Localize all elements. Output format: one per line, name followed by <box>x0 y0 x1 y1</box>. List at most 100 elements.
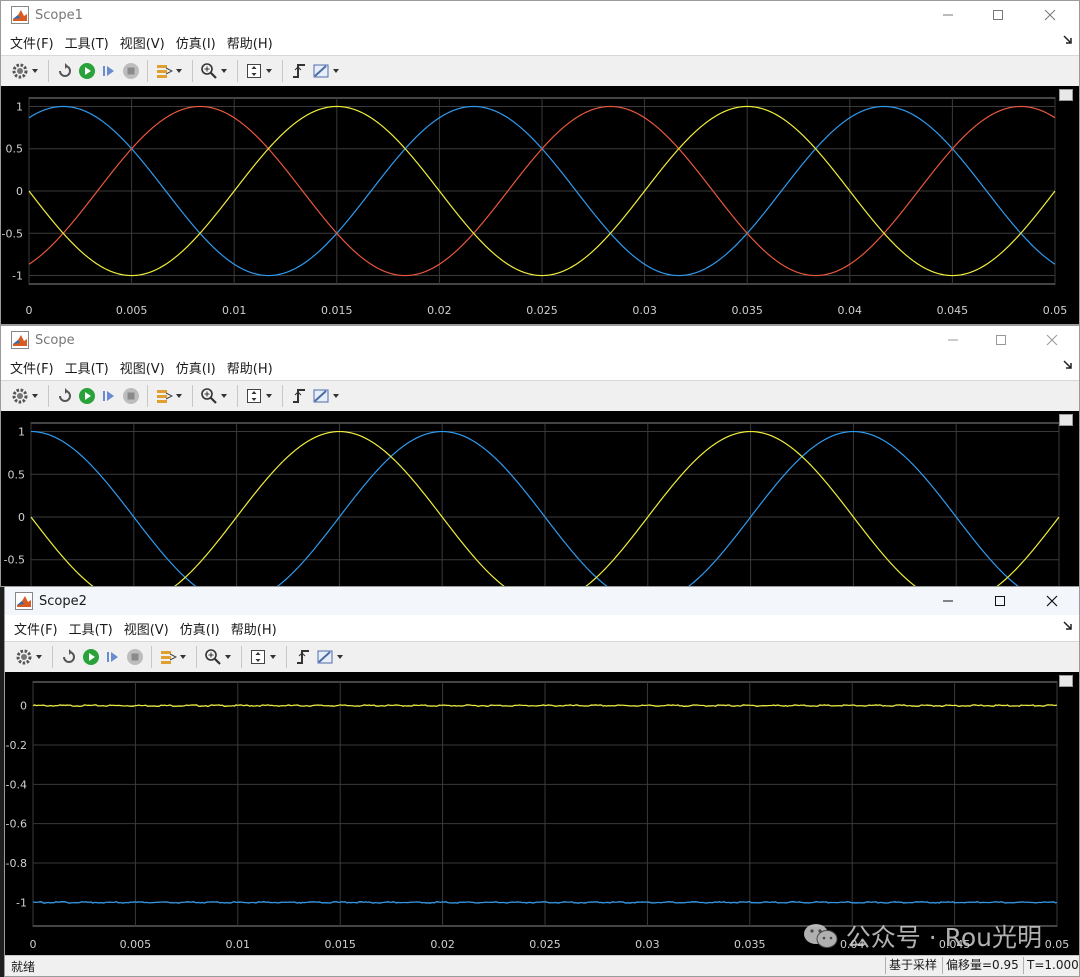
menu-view[interactable]: 视图(V) <box>120 33 165 52</box>
minimize-button[interactable] <box>925 1 971 29</box>
zoom-dropdown[interactable] <box>220 60 228 82</box>
title-bar[interactable]: Scope2 <box>5 587 1079 615</box>
menu-help[interactable]: 帮助(H) <box>227 33 273 52</box>
restore-button[interactable] <box>54 385 76 407</box>
highlight-dropdown[interactable] <box>179 646 187 668</box>
plot-area[interactable]: 00.0050.010.0150.020.0250.030.0350.040.0… <box>1 86 1079 324</box>
zoom-button[interactable] <box>198 60 220 82</box>
close-icon <box>1046 334 1058 346</box>
menu-simulation[interactable]: 仿真(I) <box>176 33 216 52</box>
zoom-dropdown[interactable] <box>220 385 228 407</box>
step-forward-button[interactable] <box>98 60 120 82</box>
run-button[interactable] <box>76 60 98 82</box>
step-forward-icon <box>103 66 114 76</box>
close-button[interactable] <box>1029 326 1075 354</box>
fit-axes-dropdown[interactable] <box>265 60 273 82</box>
x-tick-label: 0.03 <box>635 938 660 951</box>
trigger-button[interactable] <box>292 646 314 668</box>
fit-axes-dropdown[interactable] <box>265 385 273 407</box>
menu-file[interactable]: 文件(F) <box>10 358 54 377</box>
plot-area[interactable]: 00.0050.010.0150.020.0250.030.0350.040.0… <box>1 411 1079 586</box>
chevron-down-icon <box>32 394 38 398</box>
run-button[interactable] <box>80 646 102 668</box>
maximize-button[interactable] <box>977 587 1023 615</box>
trigger-button[interactable] <box>288 60 310 82</box>
title-bar[interactable]: Scope1 <box>1 1 1079 29</box>
menu-help[interactable]: 帮助(H) <box>231 619 277 638</box>
measurement-dropdown[interactable] <box>332 385 340 407</box>
fit-axes-button[interactable] <box>243 385 265 407</box>
axes-restore-button[interactable] <box>1059 414 1073 426</box>
toolbar-separator <box>147 385 148 407</box>
title-bar[interactable]: Scope <box>1 326 1079 354</box>
run-button[interactable] <box>76 385 98 407</box>
dock-arrow-icon[interactable] <box>1063 360 1073 370</box>
x-tick-label: 0.025 <box>526 304 558 317</box>
y-tick-label: 1 <box>16 100 23 113</box>
settings-dropdown[interactable] <box>35 646 43 668</box>
chevron-down-icon <box>180 655 186 659</box>
axes-restore-button[interactable] <box>1059 675 1073 687</box>
menu-help[interactable]: 帮助(H) <box>227 358 273 377</box>
window-title: Scope1 <box>35 7 83 23</box>
fit-axes-dropdown[interactable] <box>269 646 277 668</box>
x-tick-label: 0.01 <box>222 304 247 317</box>
settings-button[interactable] <box>9 385 31 407</box>
measurement-button[interactable] <box>310 385 332 407</box>
menu-tools[interactable]: 工具(T) <box>65 33 109 52</box>
menu-tools[interactable]: 工具(T) <box>69 619 113 638</box>
y-tick-label: 0 <box>18 511 25 524</box>
trigger-button[interactable] <box>288 385 310 407</box>
minimize-button[interactable] <box>925 587 971 615</box>
menu-file[interactable]: 文件(F) <box>14 619 58 638</box>
zoom-icon <box>201 63 217 79</box>
menu-view[interactable]: 视图(V) <box>124 619 169 638</box>
menu-tools[interactable]: 工具(T) <box>65 358 109 377</box>
measurement-button[interactable] <box>314 646 336 668</box>
zoom-dropdown[interactable] <box>224 646 232 668</box>
dock-arrow-icon[interactable] <box>1063 35 1073 45</box>
minimize-icon <box>948 339 958 341</box>
settings-dropdown[interactable] <box>31 385 39 407</box>
measurement-button[interactable] <box>310 60 332 82</box>
chevron-down-icon <box>333 69 339 73</box>
menu-file[interactable]: 文件(F) <box>10 33 54 52</box>
close-button[interactable] <box>1029 587 1075 615</box>
stop-button[interactable] <box>120 60 142 82</box>
highlight-dropdown[interactable] <box>175 60 183 82</box>
fit-axes-button[interactable] <box>243 60 265 82</box>
stop-button[interactable] <box>120 385 142 407</box>
settings-dropdown[interactable] <box>31 60 39 82</box>
zoom-button[interactable] <box>198 385 220 407</box>
close-button[interactable] <box>1027 1 1073 29</box>
step-forward-button[interactable] <box>102 646 124 668</box>
settings-button[interactable] <box>13 646 35 668</box>
x-tick-label: 0.045 <box>937 304 969 317</box>
measurement-dropdown[interactable] <box>332 60 340 82</box>
x-tick-label: 0 <box>26 304 33 317</box>
restore-button[interactable] <box>54 60 76 82</box>
status-time: T=1.000 <box>1023 957 1079 974</box>
x-tick-label: 0.02 <box>430 938 455 951</box>
axes-restore-button[interactable] <box>1059 89 1073 101</box>
fit-axes-button[interactable] <box>247 646 269 668</box>
measurement-dropdown[interactable] <box>336 646 344 668</box>
maximize-button[interactable] <box>978 326 1024 354</box>
signal-highlight-button[interactable] <box>157 646 179 668</box>
maximize-button[interactable] <box>975 1 1021 29</box>
menu-view[interactable]: 视图(V) <box>120 358 165 377</box>
plot-area[interactable]: 00.0050.010.0150.020.0250.030.0350.040.0… <box>5 672 1079 957</box>
menu-simulation[interactable]: 仿真(I) <box>180 619 220 638</box>
menu-simulation[interactable]: 仿真(I) <box>176 358 216 377</box>
signal-highlight-button[interactable] <box>153 60 175 82</box>
zoom-button[interactable] <box>202 646 224 668</box>
settings-button[interactable] <box>9 60 31 82</box>
signal-highlight-button[interactable] <box>153 385 175 407</box>
dock-arrow-icon[interactable] <box>1063 621 1073 631</box>
minimize-button[interactable] <box>930 326 976 354</box>
restore-button[interactable] <box>58 646 80 668</box>
close-icon <box>1044 9 1056 21</box>
step-forward-button[interactable] <box>98 385 120 407</box>
stop-button[interactable] <box>124 646 146 668</box>
highlight-dropdown[interactable] <box>175 385 183 407</box>
